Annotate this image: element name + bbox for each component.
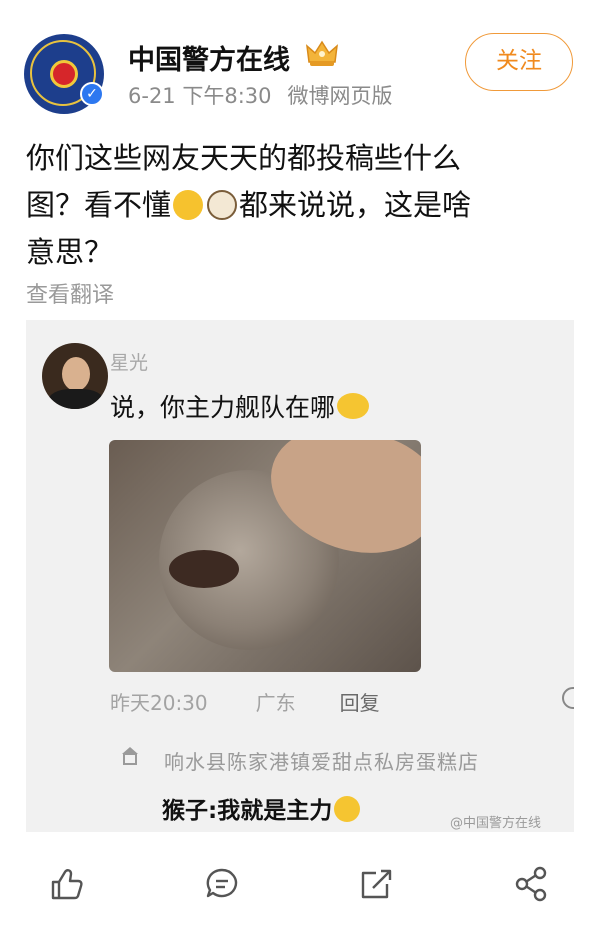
police-emblem-icon xyxy=(50,60,78,88)
comment-icon[interactable] xyxy=(202,864,242,904)
comment-bubble-icon xyxy=(562,687,574,709)
commenter-body xyxy=(48,389,104,409)
author-name[interactable]: 中国警方在线 xyxy=(128,38,290,77)
image-caption: 猴子:我就是主力 xyxy=(162,791,361,825)
monkey-photo xyxy=(109,440,421,672)
comment-time: 昨天20:30 xyxy=(110,691,208,715)
comment-text: 说，你主力舰队在哪 xyxy=(110,388,370,424)
repost-icon[interactable] xyxy=(357,864,397,904)
thinking-emoji-icon xyxy=(173,190,204,220)
cat-emoji-icon xyxy=(207,190,238,220)
action-bar xyxy=(0,852,600,916)
weibo-watermark: @中国警方在线 xyxy=(450,816,542,831)
comment-meta: 昨天20:30 广东 回复 xyxy=(110,687,380,716)
post-source: 微博网页版 xyxy=(287,84,393,108)
comment-reply: 回复 xyxy=(339,691,380,715)
shop-logo-icon xyxy=(122,747,138,765)
post-image[interactable]: 星光 说，你主力舰队在哪 昨天20:30 广东 回复 响水县陈家港镇爱甜点私房蛋糕店… xyxy=(26,320,574,832)
post-time: 6-21 下午8:30 xyxy=(128,84,272,108)
verified-v-icon: ✓ xyxy=(80,82,104,106)
commenter-avatar xyxy=(42,343,108,409)
post-text: 你们这些网友天天的都投稿些什么 图？看不懂 都来说说，这是啥 意思？ xyxy=(26,135,574,276)
thumbs-up-icon[interactable] xyxy=(46,864,86,904)
monkey-mouth xyxy=(169,550,239,588)
laughing-cry-emoji-icon xyxy=(337,393,370,419)
share-icon[interactable] xyxy=(512,864,552,904)
post-line-2: 图？看不懂 都来说说，这是啥 xyxy=(26,182,574,229)
view-translation-link[interactable]: 查看翻译 xyxy=(26,277,114,309)
crown-badge-icon xyxy=(306,40,338,66)
comment-body: 说，你主力舰队在哪 xyxy=(110,393,336,422)
post-meta: 6-21 下午8:30 微博网页版 xyxy=(128,80,393,110)
commenter-name: 星光 xyxy=(110,352,149,374)
crying-emoji-icon xyxy=(334,796,361,822)
post-line-2-a: 图？看不懂 xyxy=(26,188,172,222)
comment-location: 广东 xyxy=(255,691,296,715)
commenter-face xyxy=(62,357,90,391)
post-line-2-b: 都来说说，这是啥 xyxy=(239,188,472,222)
post-line-3: 意思？ xyxy=(26,235,114,269)
follow-button[interactable]: 关注 xyxy=(465,33,573,91)
shop-name: 响水县陈家港镇爱甜点私房蛋糕店 xyxy=(164,750,479,774)
post-line-1: 你们这些网友天天的都投稿些什么 xyxy=(26,141,462,175)
caption-text: 猴子:我就是主力 xyxy=(162,798,333,824)
post-header: ✓ 中国警方在线 6-21 下午8:30 微博网页版 关注 xyxy=(0,0,600,120)
